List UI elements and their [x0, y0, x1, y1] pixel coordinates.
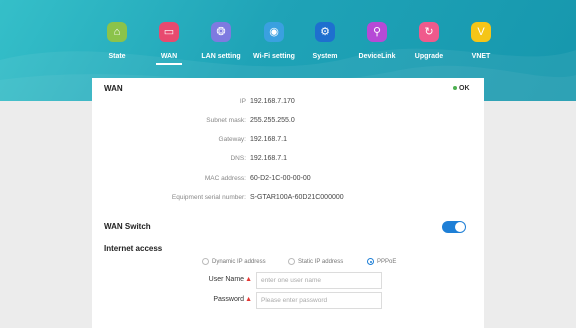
- nav-item-vnet[interactable]: V VNET: [451, 22, 511, 60]
- radio-static-ip[interactable]: Static IP address: [288, 258, 343, 265]
- info-label: Subnet mask:: [206, 117, 246, 124]
- nav-label-devicelink: DeviceLink: [358, 53, 396, 60]
- wifi-icon: ◉: [264, 22, 284, 42]
- nav-item-wan[interactable]: ▭ WAN: [139, 22, 199, 60]
- nav-item-state[interactable]: ⌂ State: [87, 22, 147, 60]
- info-row-mac-address: MAC address: 60-D2-1C-00-00-00: [92, 175, 484, 187]
- system-gear-icon: ⚙: [315, 22, 335, 42]
- warning-icon: ▲: [245, 276, 252, 283]
- monitor-icon: ▭: [159, 22, 179, 42]
- refresh-icon: ↻: [419, 22, 439, 42]
- username-row: User Name ▲: [92, 272, 484, 289]
- password-label-text: Password: [213, 296, 245, 303]
- info-value: 192.168.7.1: [250, 155, 287, 162]
- wan-status-text: OK: [459, 85, 470, 92]
- toggle-knob: [455, 222, 465, 232]
- info-value: S-GTAR100A-60D21C000000: [250, 194, 344, 201]
- wan-switch-label: WAN Switch: [104, 222, 151, 231]
- home-icon: ⌂: [107, 22, 127, 42]
- info-label: MAC address:: [204, 175, 246, 182]
- radio-label: Dynamic IP address: [212, 258, 266, 265]
- nav-item-system[interactable]: ⚙ System: [295, 22, 355, 60]
- info-label: DNS:: [230, 155, 246, 162]
- nav-item-devicelink[interactable]: ⚲ DeviceLink: [347, 22, 407, 60]
- nav-label-lan-setting: LAN setting: [201, 53, 241, 60]
- radio-label: PPPoE: [377, 258, 397, 265]
- network-icon: ❂: [211, 22, 231, 42]
- warning-icon: ▲: [245, 296, 252, 303]
- main-nav: ⌂ State ▭ WAN ❂ LAN setting ◉ Wi-Fi sett…: [0, 22, 576, 66]
- nav-label-state: State: [108, 53, 126, 60]
- nav-label-upgrade: Upgrade: [414, 53, 444, 60]
- wan-status-badge: OK: [453, 85, 470, 92]
- info-label: Gateway:: [218, 136, 246, 143]
- radio-circle-icon: [202, 258, 209, 265]
- nav-label-system: System: [312, 53, 338, 60]
- username-label-text: User Name: [208, 276, 245, 283]
- username-label: User Name ▲: [209, 276, 252, 283]
- nav-item-lan-setting[interactable]: ❂ LAN setting: [191, 22, 251, 60]
- radio-label: Static IP address: [298, 258, 344, 265]
- info-value: 192.168.7.1: [250, 136, 287, 143]
- vnet-icon: V: [471, 22, 491, 42]
- nav-label-vnet: VNET: [471, 53, 491, 60]
- info-row-subnet-mask: Subnet mask: 255.255.255.0: [92, 117, 484, 129]
- wan-section-title: WAN: [104, 84, 123, 93]
- status-dot-icon: [453, 86, 457, 91]
- password-input[interactable]: [256, 292, 382, 309]
- password-label: Password ▲: [213, 296, 252, 303]
- password-row: Password ▲: [92, 292, 484, 309]
- wan-switch-toggle[interactable]: [442, 221, 466, 233]
- nav-item-upgrade[interactable]: ↻ Upgrade: [399, 22, 459, 60]
- info-row-ip: IP 192.168.7.170: [92, 98, 484, 110]
- info-label: Equipment serial number:: [171, 194, 246, 201]
- radio-pppoe[interactable]: PPPoE: [367, 258, 396, 265]
- link-icon: ⚲: [367, 22, 387, 42]
- radio-circle-icon: [288, 258, 295, 265]
- info-row-dns: DNS: 192.168.7.1: [92, 155, 484, 167]
- info-value: 255.255.255.0: [250, 117, 295, 124]
- username-input[interactable]: [256, 272, 382, 289]
- info-row-gateway: Gateway: 192.168.7.1: [92, 136, 484, 148]
- info-label: IP: [239, 98, 246, 105]
- info-value: 192.168.7.170: [250, 98, 295, 105]
- nav-label-wan: WAN: [160, 53, 178, 60]
- info-value: 60-D2-1C-00-00-00: [250, 175, 311, 182]
- wan-panel: WAN OK IP 192.168.7.170 Subnet mask: 255…: [92, 78, 484, 328]
- radio-checked-icon: [367, 258, 374, 265]
- info-row-serial-number: Equipment serial number: S-GTAR100A-60D2…: [92, 194, 484, 206]
- radio-dynamic-ip[interactable]: Dynamic IP address: [202, 258, 266, 265]
- internet-access-options: Dynamic IP address Static IP address PPP…: [202, 258, 442, 268]
- internet-access-label: Internet access: [104, 244, 163, 253]
